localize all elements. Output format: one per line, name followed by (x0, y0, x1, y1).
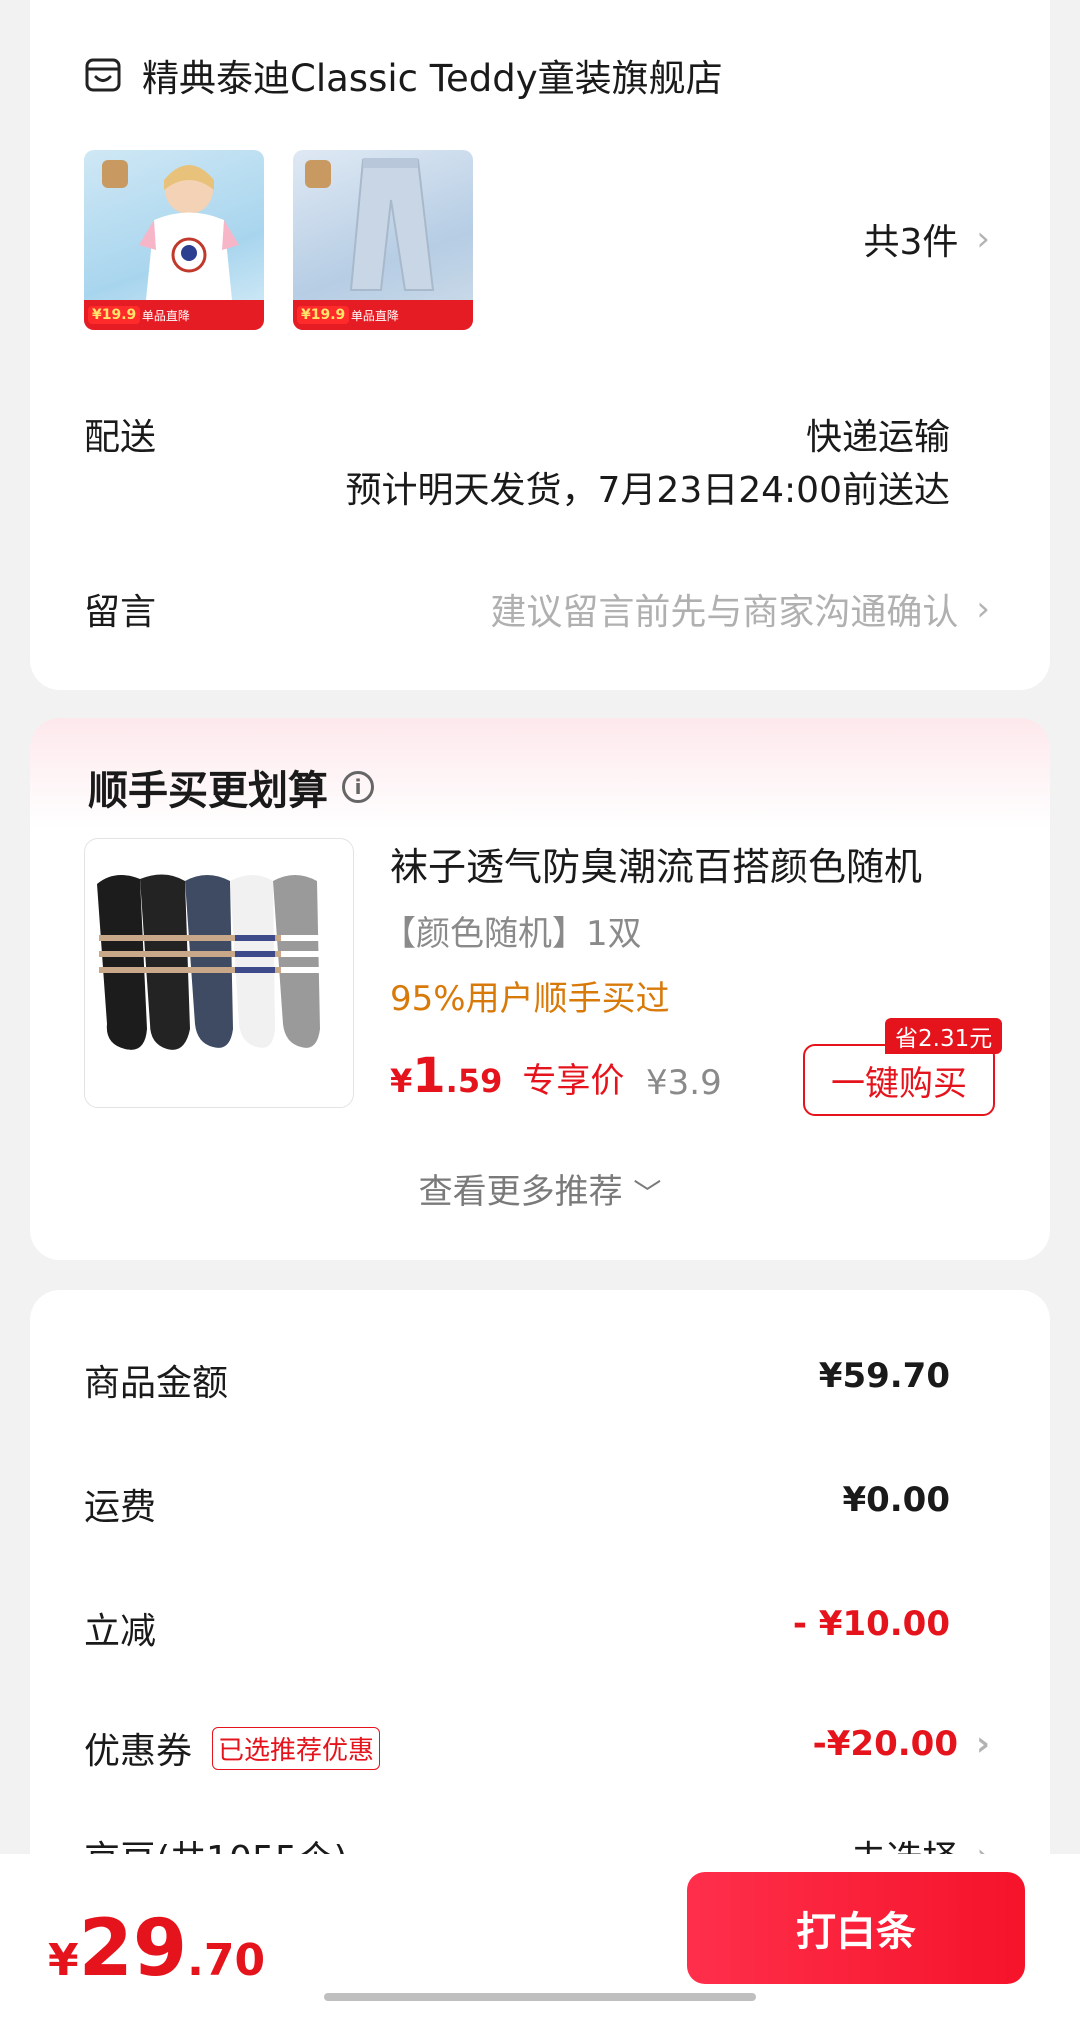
info-icon[interactable]: i (342, 771, 374, 803)
chevron-down-icon: ﹀ (633, 1177, 662, 1210)
sock-original-price: ¥3.9 (646, 1063, 722, 1103)
recommendation-title-row: 顺手买更划算 i (88, 758, 374, 816)
goods-amount-label: 商品金额 (84, 1363, 229, 1404)
home-indicator[interactable] (324, 1993, 756, 2001)
shipping-fee-value: ¥0.00 (842, 1480, 950, 1520)
store-card: 精典泰迪Classic Teddy童装旗舰店 便宜包邮 单品直降 ¥19.9 便… (30, 0, 1050, 690)
message-placeholder: 建议留言前先与商家沟通确认 (490, 592, 959, 633)
total-price: ¥ 29 .70 (48, 1904, 265, 1994)
one-click-buy-button[interactable]: 一键购买 (803, 1044, 995, 1116)
kids-tshirt-image (102, 160, 239, 300)
total-decimal: .70 (187, 1935, 266, 1986)
discount-value: - ¥10.00 (792, 1604, 950, 1644)
socks-image (97, 874, 321, 1050)
sock-product-image[interactable] (84, 838, 354, 1108)
shipping-eta: 预计明天发货，7月23日24:00前送达 (345, 470, 950, 511)
sock-product-name[interactable]: 袜子透气防臭潮流百搭颜色随机 (390, 836, 922, 891)
product-thumbnail[interactable]: 便宜包邮 单品直降 ¥19.9 (84, 150, 264, 330)
total-currency: ¥ (48, 1935, 79, 1986)
item-count: 共3件 (863, 222, 959, 263)
kids-pants-image (305, 158, 435, 291)
recommendation-title: 顺手买更划算 (88, 768, 328, 814)
more-recommendations-link[interactable]: 查看更多推荐 ﹀ (30, 1164, 1050, 1213)
price-integer: 1 (412, 1048, 446, 1104)
total-integer: 29 (78, 1904, 188, 1994)
more-recommendations-label: 查看更多推荐 (418, 1172, 623, 1212)
save-badge: 省2.31元 (885, 1018, 1003, 1054)
pay-button[interactable]: 打白条 (687, 1872, 1025, 1984)
price-currency: ¥ (390, 1062, 413, 1100)
price-tag: 专享价 (522, 1061, 625, 1101)
price-decimal: .59 (445, 1062, 503, 1100)
goods-amount-value: ¥59.70 (818, 1356, 950, 1396)
coupon-value: -¥20.00 (812, 1724, 958, 1764)
item-count-link[interactable]: 共3件 › (863, 213, 990, 265)
coupon-label: 优惠券 (84, 1731, 193, 1772)
store-icon (85, 58, 121, 92)
discount-label: 立减 (84, 1611, 157, 1652)
coupon-selector[interactable]: -¥20.00 › (813, 1724, 990, 1764)
message-label: 留言 (84, 592, 157, 633)
shipping-fee-label: 运费 (84, 1487, 157, 1528)
sock-price: ¥ 1 .59 专享价 (390, 1048, 624, 1104)
store-header[interactable]: 精典泰迪Classic Teddy童装旗舰店 (84, 48, 723, 102)
product-thumbnail[interactable]: 便宜包邮 单品直降 ¥19.9 (293, 150, 473, 330)
chevron-right-icon: › (975, 1724, 990, 1764)
coupon-row: 优惠券 已选推荐优惠 (84, 1722, 381, 1774)
chevron-right-icon: › (976, 589, 990, 629)
sock-product-spec: 【颜色随机】1双 (382, 914, 642, 954)
thumbnail-price-badge: ¥19.9 (88, 306, 141, 324)
recommendation-card: 顺手买更划算 i 袜子透气防臭潮流百搭颜色随机 【颜色随机】1双 95%用户顺手… (30, 718, 1050, 1260)
chevron-right-icon: › (976, 219, 990, 259)
shipping-label: 配送 (84, 417, 157, 458)
shipping-method: 快递运输 (805, 417, 950, 458)
sock-popularity: 95%用户顺手买过 (390, 979, 670, 1019)
message-field[interactable]: 建议留言前先与商家沟通确认 › (490, 583, 990, 635)
thumbnail-price-badge: ¥19.9 (297, 306, 350, 324)
store-name: 精典泰迪Classic Teddy童装旗舰店 (142, 57, 723, 100)
coupon-recommended-tag: 已选推荐优惠 (212, 1726, 381, 1770)
